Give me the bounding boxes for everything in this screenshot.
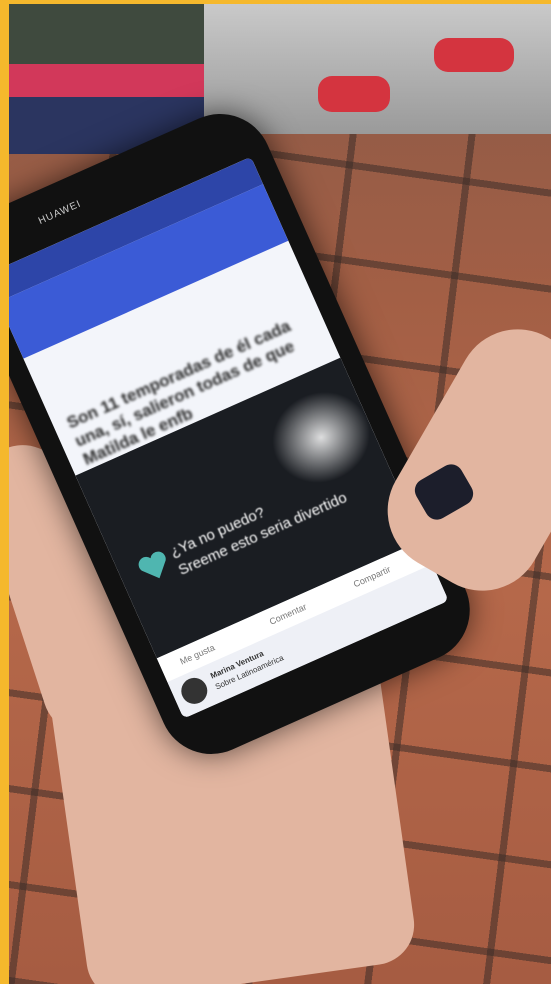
photo-scene: HUAWEI Son 11 temporadas de él cada una,… (0, 0, 551, 984)
post-caption: ¿Ya no puedo? Sreeme esto seria divertid… (167, 470, 350, 581)
frame-border-left (0, 0, 9, 984)
frame-border-top (0, 0, 551, 4)
avatar (177, 673, 212, 709)
phone-brand-label: HUAWEI (36, 198, 84, 227)
red-shoe-left (318, 76, 390, 112)
red-shoe-right (434, 38, 514, 72)
